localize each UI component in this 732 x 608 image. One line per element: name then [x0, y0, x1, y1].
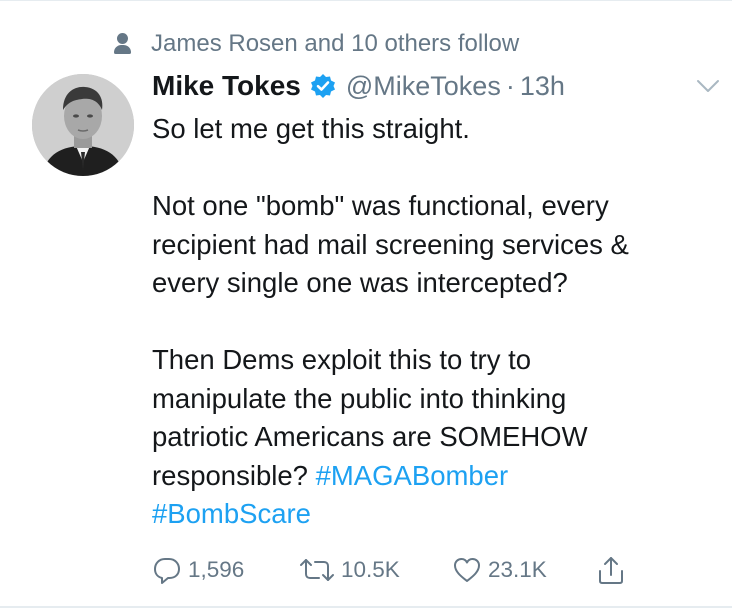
- social-context[interactable]: James Rosen and 10 others follow: [112, 30, 519, 58]
- tweet-line: So let me get this straight.: [152, 113, 470, 144]
- reply-count: 1,596: [188, 557, 245, 582]
- tweet-line: manipulate the public into thinking: [152, 382, 567, 414]
- tweet-line: Not one "bomb" was functional, every: [152, 190, 609, 221]
- heart-icon: [452, 555, 482, 585]
- tweet-line-text: responsible?: [152, 459, 316, 491]
- author-handle[interactable]: @MikeTokes: [346, 71, 501, 102]
- tweet-line: every single one was intercepted?: [152, 267, 568, 298]
- retweet-button[interactable]: 10.5K: [299, 552, 400, 588]
- hashtag-link[interactable]: #BombScare: [152, 498, 311, 529]
- tweet-header: Mike Tokes @MikeTokes · 13h: [152, 68, 565, 104]
- tweet-line: #BombScare: [152, 495, 712, 534]
- reply-icon: [152, 555, 182, 585]
- share-icon: [596, 554, 626, 586]
- top-divider: [0, 0, 732, 1]
- tweet-timestamp[interactable]: 13h: [520, 71, 565, 102]
- tweet-line: responsible? #MAGABomber: [152, 457, 712, 496]
- author-display-name[interactable]: Mike Tokes: [152, 70, 301, 102]
- avatar[interactable]: [32, 74, 134, 176]
- person-icon: [112, 32, 134, 56]
- social-context-text: James Rosen and 10 others follow: [151, 30, 520, 57]
- verified-badge-icon: [310, 73, 336, 99]
- reply-button[interactable]: 1,596: [152, 552, 244, 588]
- tweet-line: patriotic Americans are SOMEHOW: [152, 421, 588, 452]
- tweet-text: So let me get this straight. Not one "bo…: [152, 110, 712, 534]
- like-count: 23.1K: [488, 557, 547, 582]
- like-button[interactable]: 23.1K: [452, 552, 547, 588]
- retweet-icon: [299, 555, 335, 585]
- hashtag-link[interactable]: #MAGABomber: [316, 460, 509, 491]
- retweet-count: 10.5K: [341, 557, 400, 582]
- chevron-down-icon[interactable]: [696, 78, 720, 94]
- tweet-line: Then Dems exploit this to try to: [152, 344, 532, 375]
- separator-dot: ·: [505, 70, 515, 101]
- tweet-line: recipient had mail screening services &: [152, 228, 629, 260]
- share-button[interactable]: [596, 552, 626, 588]
